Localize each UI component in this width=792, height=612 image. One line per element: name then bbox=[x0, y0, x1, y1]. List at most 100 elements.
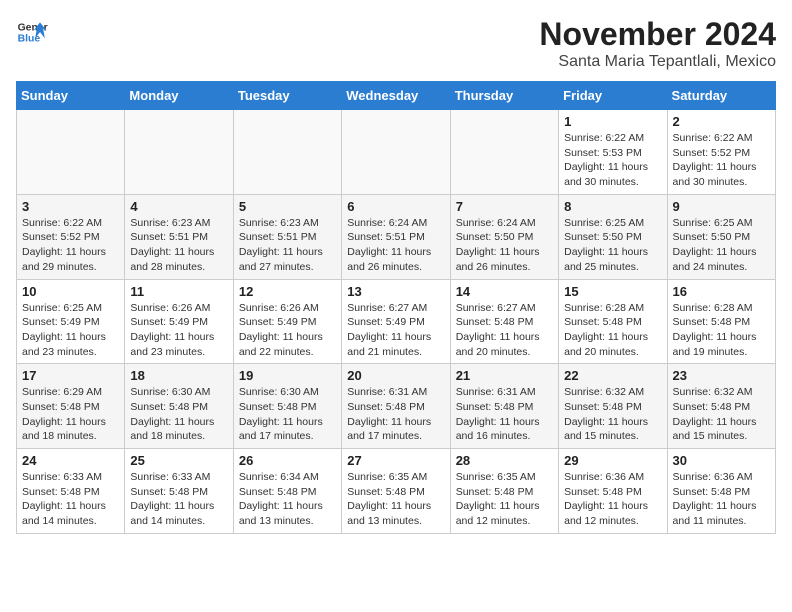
day-info: Sunrise: 6:36 AM Sunset: 5:48 PM Dayligh… bbox=[673, 470, 770, 529]
day-info: Sunrise: 6:31 AM Sunset: 5:48 PM Dayligh… bbox=[456, 385, 553, 444]
day-number: 20 bbox=[347, 368, 444, 383]
calendar-day: 29Sunrise: 6:36 AM Sunset: 5:48 PM Dayli… bbox=[559, 449, 667, 534]
day-number: 6 bbox=[347, 199, 444, 214]
day-number: 22 bbox=[564, 368, 661, 383]
calendar-week-row: 1 Sunrise: 6:22 AM Sunset: 5:53 PM Daylig… bbox=[17, 110, 776, 195]
title-block: November 2024 Santa Maria Tepantlali, Me… bbox=[539, 16, 776, 71]
calendar-day: 8 Sunrise: 6:25 AM Sunset: 5:50 PM Daylig… bbox=[559, 194, 667, 279]
calendar-day bbox=[450, 110, 558, 195]
calendar-day: 3Sunrise: 6:22 AM Sunset: 5:52 PM Daylig… bbox=[17, 194, 125, 279]
day-info: Sunrise: 6:23 AM Sunset: 5:51 PM Dayligh… bbox=[130, 216, 227, 275]
day-number: 18 bbox=[130, 368, 227, 383]
day-number: 16 bbox=[673, 284, 770, 299]
month-title: November 2024 bbox=[539, 16, 776, 53]
day-number: 10 bbox=[22, 284, 119, 299]
calendar-week-row: 17 Sunrise: 6:29 AM Sunset: 5:48 PM Dayli… bbox=[17, 364, 776, 449]
day-number: 7 bbox=[456, 199, 553, 214]
calendar-day: 9 Sunrise: 6:25 AM Sunset: 5:50 PM Daylig… bbox=[667, 194, 775, 279]
day-info: Sunrise: 6:22 AM Sunset: 5:52 PM Dayligh… bbox=[673, 131, 770, 190]
day-info: Sunrise: 6:24 AM Sunset: 5:50 PM Dayligh… bbox=[456, 216, 553, 275]
day-number: 1 bbox=[564, 114, 661, 129]
page-header: General Blue November 2024 Santa Maria T… bbox=[16, 16, 776, 71]
day-number: 12 bbox=[239, 284, 336, 299]
day-info: Sunrise: 6:23 AM Sunset: 5:51 PM Dayligh… bbox=[239, 216, 336, 275]
day-info: Sunrise: 6:25 AM Sunset: 5:49 PM Dayligh… bbox=[22, 301, 119, 360]
day-info: Sunrise: 6:36 AM Sunset: 5:48 PM Dayligh… bbox=[564, 470, 661, 529]
day-number: 14 bbox=[456, 284, 553, 299]
header-day: Saturday bbox=[667, 82, 775, 110]
calendar-day: 15Sunrise: 6:28 AM Sunset: 5:48 PM Dayli… bbox=[559, 279, 667, 364]
calendar-day: 6 Sunrise: 6:24 AM Sunset: 5:51 PM Daylig… bbox=[342, 194, 450, 279]
day-info: Sunrise: 6:26 AM Sunset: 5:49 PM Dayligh… bbox=[130, 301, 227, 360]
day-info: Sunrise: 6:35 AM Sunset: 5:48 PM Dayligh… bbox=[456, 470, 553, 529]
day-number: 9 bbox=[673, 199, 770, 214]
calendar-day bbox=[233, 110, 341, 195]
day-number: 28 bbox=[456, 453, 553, 468]
logo-icon: General Blue bbox=[16, 16, 48, 48]
calendar-day: 18 Sunrise: 6:30 AM Sunset: 5:48 PM Dayli… bbox=[125, 364, 233, 449]
day-number: 17 bbox=[22, 368, 119, 383]
day-info: Sunrise: 6:32 AM Sunset: 5:48 PM Dayligh… bbox=[673, 385, 770, 444]
calendar-day: 12 Sunrise: 6:26 AM Sunset: 5:49 PM Dayli… bbox=[233, 279, 341, 364]
day-number: 19 bbox=[239, 368, 336, 383]
calendar-day: 5 Sunrise: 6:23 AM Sunset: 5:51 PM Daylig… bbox=[233, 194, 341, 279]
header-day: Wednesday bbox=[342, 82, 450, 110]
day-info: Sunrise: 6:27 AM Sunset: 5:48 PM Dayligh… bbox=[456, 301, 553, 360]
calendar-week-row: 24 Sunrise: 6:33 AM Sunset: 5:48 PM Dayli… bbox=[17, 449, 776, 534]
calendar-day bbox=[17, 110, 125, 195]
calendar-day: 20 Sunrise: 6:31 AM Sunset: 5:48 PM Dayli… bbox=[342, 364, 450, 449]
day-number: 21 bbox=[456, 368, 553, 383]
calendar-day: 23 Sunrise: 6:32 AM Sunset: 5:48 PM Dayli… bbox=[667, 364, 775, 449]
day-info: Sunrise: 6:29 AM Sunset: 5:48 PM Dayligh… bbox=[22, 385, 119, 444]
day-number: 4 bbox=[130, 199, 227, 214]
day-info: Sunrise: 6:22 AM Sunset: 5:53 PM Dayligh… bbox=[564, 131, 661, 190]
calendar-table: SundayMondayTuesdayWednesdayThursdayFrid… bbox=[16, 81, 776, 534]
calendar-week-row: 3Sunrise: 6:22 AM Sunset: 5:52 PM Daylig… bbox=[17, 194, 776, 279]
calendar-day: 16 Sunrise: 6:28 AM Sunset: 5:48 PM Dayli… bbox=[667, 279, 775, 364]
day-info: Sunrise: 6:25 AM Sunset: 5:50 PM Dayligh… bbox=[564, 216, 661, 275]
day-info: Sunrise: 6:31 AM Sunset: 5:48 PM Dayligh… bbox=[347, 385, 444, 444]
day-number: 5 bbox=[239, 199, 336, 214]
calendar-day: 19 Sunrise: 6:30 AM Sunset: 5:48 PM Dayli… bbox=[233, 364, 341, 449]
calendar-day: 30 Sunrise: 6:36 AM Sunset: 5:48 PM Dayli… bbox=[667, 449, 775, 534]
header-day: Monday bbox=[125, 82, 233, 110]
header-day: Tuesday bbox=[233, 82, 341, 110]
calendar-day bbox=[342, 110, 450, 195]
day-number: 24 bbox=[22, 453, 119, 468]
header-row: SundayMondayTuesdayWednesdayThursdayFrid… bbox=[17, 82, 776, 110]
day-info: Sunrise: 6:32 AM Sunset: 5:48 PM Dayligh… bbox=[564, 385, 661, 444]
day-info: Sunrise: 6:25 AM Sunset: 5:50 PM Dayligh… bbox=[673, 216, 770, 275]
calendar-day: 17 Sunrise: 6:29 AM Sunset: 5:48 PM Dayli… bbox=[17, 364, 125, 449]
day-info: Sunrise: 6:30 AM Sunset: 5:48 PM Dayligh… bbox=[239, 385, 336, 444]
day-number: 8 bbox=[564, 199, 661, 214]
calendar-day: 14 Sunrise: 6:27 AM Sunset: 5:48 PM Dayli… bbox=[450, 279, 558, 364]
day-number: 13 bbox=[347, 284, 444, 299]
calendar-day: 22 Sunrise: 6:32 AM Sunset: 5:48 PM Dayli… bbox=[559, 364, 667, 449]
calendar-day: 1 Sunrise: 6:22 AM Sunset: 5:53 PM Daylig… bbox=[559, 110, 667, 195]
day-info: Sunrise: 6:33 AM Sunset: 5:48 PM Dayligh… bbox=[130, 470, 227, 529]
day-info: Sunrise: 6:27 AM Sunset: 5:49 PM Dayligh… bbox=[347, 301, 444, 360]
calendar-day: 25Sunrise: 6:33 AM Sunset: 5:48 PM Dayli… bbox=[125, 449, 233, 534]
day-info: Sunrise: 6:24 AM Sunset: 5:51 PM Dayligh… bbox=[347, 216, 444, 275]
day-number: 3 bbox=[22, 199, 119, 214]
calendar-day: 13 Sunrise: 6:27 AM Sunset: 5:49 PM Dayli… bbox=[342, 279, 450, 364]
day-number: 11 bbox=[130, 284, 227, 299]
day-info: Sunrise: 6:26 AM Sunset: 5:49 PM Dayligh… bbox=[239, 301, 336, 360]
day-info: Sunrise: 6:34 AM Sunset: 5:48 PM Dayligh… bbox=[239, 470, 336, 529]
calendar-day: 11 Sunrise: 6:26 AM Sunset: 5:49 PM Dayli… bbox=[125, 279, 233, 364]
header-day: Friday bbox=[559, 82, 667, 110]
calendar-day: 7 Sunrise: 6:24 AM Sunset: 5:50 PM Daylig… bbox=[450, 194, 558, 279]
calendar-day: 4 Sunrise: 6:23 AM Sunset: 5:51 PM Daylig… bbox=[125, 194, 233, 279]
location-title: Santa Maria Tepantlali, Mexico bbox=[539, 53, 776, 71]
day-info: Sunrise: 6:30 AM Sunset: 5:48 PM Dayligh… bbox=[130, 385, 227, 444]
calendar-week-row: 10 Sunrise: 6:25 AM Sunset: 5:49 PM Dayli… bbox=[17, 279, 776, 364]
header-day: Sunday bbox=[17, 82, 125, 110]
day-number: 26 bbox=[239, 453, 336, 468]
day-number: 23 bbox=[673, 368, 770, 383]
day-number: 30 bbox=[673, 453, 770, 468]
calendar-day: 21 Sunrise: 6:31 AM Sunset: 5:48 PM Dayli… bbox=[450, 364, 558, 449]
day-info: Sunrise: 6:35 AM Sunset: 5:48 PM Dayligh… bbox=[347, 470, 444, 529]
day-number: 15 bbox=[564, 284, 661, 299]
calendar-day: 27Sunrise: 6:35 AM Sunset: 5:48 PM Dayli… bbox=[342, 449, 450, 534]
day-info: Sunrise: 6:28 AM Sunset: 5:48 PM Dayligh… bbox=[673, 301, 770, 360]
